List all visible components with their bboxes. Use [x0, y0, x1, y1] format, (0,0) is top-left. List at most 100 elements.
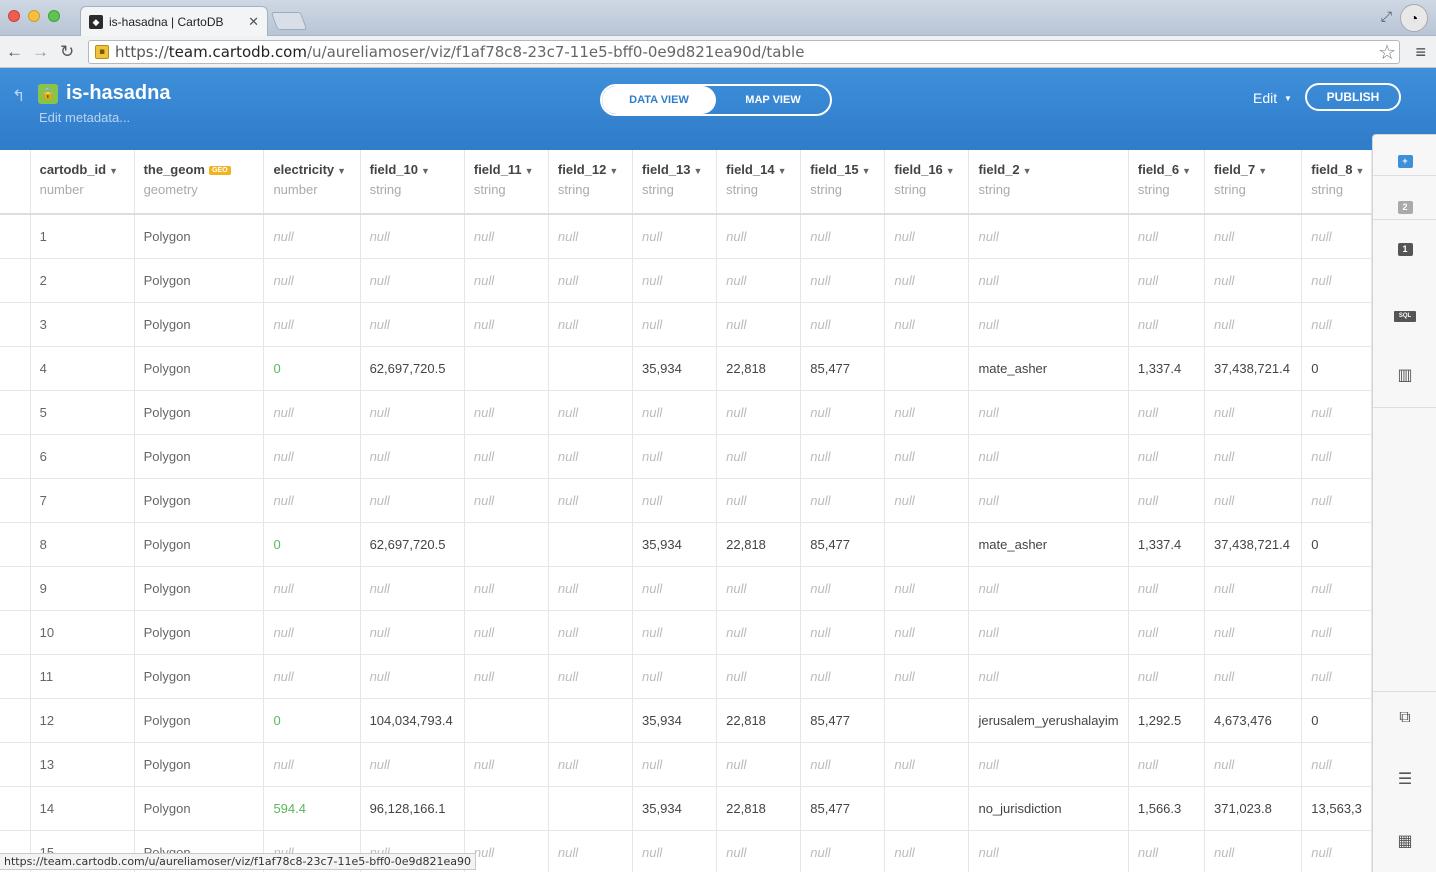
- table-cell[interactable]: null: [716, 390, 802, 435]
- table-cell[interactable]: 0: [1301, 522, 1372, 567]
- table-cell[interactable]: null: [263, 478, 361, 523]
- table-cell[interactable]: Polygon: [134, 742, 265, 787]
- table-row[interactable]: 2 Polygon null null null null null null null null…: [0, 258, 1372, 303]
- column-options-caret-icon[interactable]: ▼: [421, 166, 430, 176]
- table-cell[interactable]: null: [884, 478, 970, 523]
- table-cell[interactable]: 2: [30, 258, 135, 303]
- table-cell[interactable]: [464, 698, 549, 743]
- column-header-cartodb_id[interactable]: cartodb_id ▼ number: [30, 150, 135, 215]
- table-cell[interactable]: 4,673,476: [1204, 698, 1303, 743]
- table-cell[interactable]: null: [360, 566, 465, 611]
- table-cell[interactable]: null: [632, 258, 718, 303]
- table-row[interactable]: 1 Polygon null null null null null null null null…: [0, 214, 1372, 259]
- column-header-field_14[interactable]: field_14 ▼ string: [716, 150, 802, 215]
- add-column-button[interactable]: ▦: [1373, 831, 1436, 851]
- table-cell[interactable]: null: [464, 434, 549, 479]
- table-cell[interactable]: null: [464, 742, 549, 787]
- table-cell[interactable]: 96,128,166.1: [360, 786, 465, 831]
- table-cell[interactable]: null: [1128, 258, 1206, 303]
- table-cell[interactable]: 14: [30, 786, 135, 831]
- table-row[interactable]: 4 Polygon 0 62,697,720.5 35,934 22,818 85,477 m…: [0, 346, 1372, 391]
- table-cell[interactable]: null: [884, 610, 970, 655]
- table-cell[interactable]: null: [464, 258, 549, 303]
- column-options-caret-icon[interactable]: ▼: [862, 166, 871, 176]
- table-cell[interactable]: null: [360, 742, 465, 787]
- table-cell[interactable]: null: [548, 830, 634, 872]
- table-cell[interactable]: null: [632, 742, 718, 787]
- table-cell[interactable]: Polygon: [134, 346, 265, 391]
- table-cell[interactable]: [548, 698, 634, 743]
- table-cell[interactable]: null: [1128, 610, 1206, 655]
- column-header-the_geom[interactable]: the_geom GEO geometry: [134, 150, 265, 215]
- table-cell[interactable]: [464, 346, 549, 391]
- filters-button[interactable]: ▥: [1373, 365, 1436, 385]
- table-cell[interactable]: null: [263, 302, 361, 347]
- table-cell[interactable]: 594.4: [263, 786, 361, 831]
- table-cell[interactable]: 85,477: [800, 786, 886, 831]
- table-cell[interactable]: null: [800, 214, 886, 259]
- table-cell[interactable]: null: [1204, 610, 1303, 655]
- table-row[interactable]: 5 Polygon null null null null null null null null…: [0, 390, 1372, 435]
- table-cell[interactable]: null: [632, 434, 718, 479]
- table-cell[interactable]: [464, 786, 549, 831]
- row-selector[interactable]: [0, 610, 31, 655]
- reload-icon[interactable]: ↻: [60, 42, 74, 62]
- table-cell[interactable]: null: [1128, 654, 1206, 699]
- table-cell[interactable]: null: [548, 302, 634, 347]
- table-cell[interactable]: 3: [30, 302, 135, 347]
- layer-1-button[interactable]: 1: [1373, 243, 1436, 256]
- table-cell[interactable]: 1: [30, 214, 135, 259]
- table-cell[interactable]: null: [1301, 830, 1372, 872]
- table-row[interactable]: 13 Polygon null null null null null null null nul…: [0, 742, 1372, 787]
- table-cell[interactable]: Polygon: [134, 786, 265, 831]
- table-cell[interactable]: 35,934: [632, 346, 718, 391]
- table-cell[interactable]: null: [800, 654, 886, 699]
- table-cell[interactable]: null: [800, 566, 886, 611]
- table-cell[interactable]: null: [716, 434, 802, 479]
- table-cell[interactable]: 1,566.3: [1128, 786, 1206, 831]
- table-cell[interactable]: null: [884, 654, 970, 699]
- column-header-field_12[interactable]: field_12 ▼ string: [548, 150, 634, 215]
- table-cell[interactable]: 13,563,3: [1301, 786, 1372, 831]
- table-cell[interactable]: 22,818: [716, 786, 802, 831]
- row-selector[interactable]: [0, 214, 31, 259]
- table-cell[interactable]: 1,337.4: [1128, 522, 1206, 567]
- table-row[interactable]: 14 Polygon 594.4 96,128,166.1 35,934 22,818 85…: [0, 786, 1372, 831]
- column-options-caret-icon[interactable]: ▼: [1023, 166, 1032, 176]
- table-cell[interactable]: null: [1204, 214, 1303, 259]
- table-cell[interactable]: 37,438,721.4: [1204, 346, 1303, 391]
- table-cell[interactable]: null: [884, 742, 970, 787]
- table-cell[interactable]: [884, 346, 970, 391]
- table-cell[interactable]: 8: [30, 522, 135, 567]
- table-cell[interactable]: 6: [30, 434, 135, 479]
- table-cell[interactable]: [548, 786, 634, 831]
- row-selector[interactable]: [0, 698, 31, 743]
- page-title[interactable]: is-hasadna: [66, 82, 170, 105]
- data-table-container[interactable]: cartodb_id ▼ number the_geom GEO geometry elec…: [0, 150, 1372, 872]
- table-cell[interactable]: null: [263, 610, 361, 655]
- table-cell[interactable]: null: [632, 566, 718, 611]
- table-cell[interactable]: null: [548, 214, 634, 259]
- table-cell[interactable]: 0: [263, 346, 361, 391]
- column-options-caret-icon[interactable]: ▼: [337, 166, 346, 176]
- table-cell[interactable]: null: [1301, 214, 1372, 259]
- table-cell[interactable]: null: [716, 566, 802, 611]
- table-cell[interactable]: null: [360, 434, 465, 479]
- fullscreen-icon[interactable]: ⤢: [1381, 8, 1392, 25]
- forward-arrow-icon[interactable]: →: [32, 42, 49, 62]
- table-cell[interactable]: 35,934: [632, 522, 718, 567]
- row-selector[interactable]: [0, 390, 31, 435]
- table-cell[interactable]: 12: [30, 698, 135, 743]
- table-cell[interactable]: 104,034,793.4: [360, 698, 465, 743]
- table-cell[interactable]: null: [632, 390, 718, 435]
- column-header-field_10[interactable]: field_10 ▼ string: [360, 150, 465, 215]
- table-cell[interactable]: Polygon: [134, 610, 265, 655]
- table-row[interactable]: 8 Polygon 0 62,697,720.5 35,934 22,818 85,477 m…: [0, 522, 1372, 567]
- column-header-field_2[interactable]: field_2 ▼ string: [968, 150, 1129, 215]
- table-cell[interactable]: null: [716, 478, 802, 523]
- table-cell[interactable]: null: [968, 214, 1129, 259]
- table-cell[interactable]: null: [548, 742, 634, 787]
- table-cell[interactable]: null: [1301, 742, 1372, 787]
- table-cell[interactable]: 0: [263, 522, 361, 567]
- sql-button[interactable]: SQL: [1373, 311, 1436, 322]
